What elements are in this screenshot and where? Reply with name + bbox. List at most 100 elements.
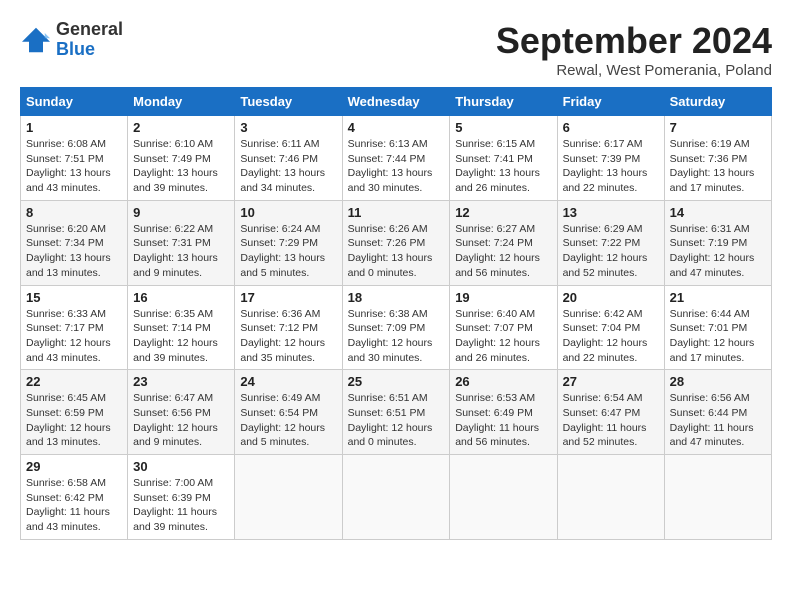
calendar-cell: 7 Sunrise: 6:19 AMSunset: 7:36 PMDaylight…	[664, 116, 771, 201]
day-number: 12	[455, 205, 551, 220]
day-number: 19	[455, 290, 551, 305]
day-number: 21	[670, 290, 766, 305]
day-number: 26	[455, 374, 551, 389]
calendar-cell: 14Sunrise: 6:31 AMSunset: 7:19 PMDayligh…	[664, 200, 771, 285]
calendar-week-row: 1 Sunrise: 6:08 AMSunset: 7:51 PMDaylight…	[21, 116, 772, 201]
calendar-cell: 16 Sunrise: 6:35 AMSunset: 7:14 PMDayligh…	[128, 285, 235, 370]
logo: General Blue	[20, 20, 123, 60]
day-info: Sunrise: 6:36 AMSunset: 7:12 PMDaylight:…	[240, 307, 336, 366]
day-number: 25	[348, 374, 445, 389]
calendar-cell: 6 Sunrise: 6:17 AMSunset: 7:39 PMDaylight…	[557, 116, 664, 201]
calendar-cell: 30 Sunrise: 7:00 AMSunset: 6:39 PMDayligh…	[128, 455, 235, 540]
day-info: Sunrise: 6:24 AMSunset: 7:29 PMDaylight:…	[240, 222, 336, 281]
day-number: 7	[670, 120, 766, 135]
calendar-cell	[664, 455, 771, 540]
day-info: Sunrise: 6:44 AMSunset: 7:01 PMDaylight:…	[670, 307, 766, 366]
logo-general-text: General	[56, 20, 123, 40]
day-number: 22	[26, 374, 122, 389]
calendar-cell: 3 Sunrise: 6:11 AMSunset: 7:46 PMDaylight…	[235, 116, 342, 201]
calendar-week-row: 22 Sunrise: 6:45 AMSunset: 6:59 PMDayligh…	[21, 370, 772, 455]
month-title: September 2024	[496, 20, 772, 62]
calendar-cell	[342, 455, 450, 540]
weekday-label: Wednesday	[342, 88, 450, 116]
calendar-cell: 25 Sunrise: 6:51 AMSunset: 6:51 PMDayligh…	[342, 370, 450, 455]
day-info: Sunrise: 6:19 AMSunset: 7:36 PMDaylight:…	[670, 137, 766, 196]
calendar-cell: 21 Sunrise: 6:44 AMSunset: 7:01 PMDayligh…	[664, 285, 771, 370]
subtitle: Rewal, West Pomerania, Poland	[496, 62, 772, 79]
weekday-label: Thursday	[450, 88, 557, 116]
day-info: Sunrise: 6:45 AMSunset: 6:59 PMDaylight:…	[26, 391, 122, 450]
day-number: 16	[133, 290, 229, 305]
day-number: 30	[133, 459, 229, 474]
calendar-cell: 11Sunrise: 6:26 AMSunset: 7:26 PMDayligh…	[342, 200, 450, 285]
calendar-cell: 9Sunrise: 6:22 AMSunset: 7:31 PMDaylight…	[128, 200, 235, 285]
day-number: 28	[670, 374, 766, 389]
day-info: Sunrise: 6:56 AMSunset: 6:44 PMDaylight:…	[670, 391, 766, 450]
calendar-cell	[450, 455, 557, 540]
day-info: Sunrise: 6:10 AMSunset: 7:49 PMDaylight:…	[133, 137, 229, 196]
day-number: 29	[26, 459, 122, 474]
calendar-table: SundayMondayTuesdayWednesdayThursdayFrid…	[20, 87, 772, 540]
day-number: 14	[670, 205, 766, 220]
logo-icon	[20, 26, 52, 54]
day-info: Sunrise: 7:00 AMSunset: 6:39 PMDaylight:…	[133, 476, 229, 535]
day-info: Sunrise: 6:35 AMSunset: 7:14 PMDaylight:…	[133, 307, 229, 366]
logo-blue-text: Blue	[56, 40, 123, 60]
day-info: Sunrise: 6:17 AMSunset: 7:39 PMDaylight:…	[563, 137, 659, 196]
day-info: Sunrise: 6:20 AMSunset: 7:34 PMDaylight:…	[26, 222, 122, 281]
day-number: 4	[348, 120, 445, 135]
day-number: 8	[26, 205, 122, 220]
day-number: 1	[26, 120, 122, 135]
calendar-cell: 24Sunrise: 6:49 AMSunset: 6:54 PMDayligh…	[235, 370, 342, 455]
day-number: 9	[133, 205, 229, 220]
day-info: Sunrise: 6:53 AMSunset: 6:49 PMDaylight:…	[455, 391, 551, 450]
day-info: Sunrise: 6:27 AMSunset: 7:24 PMDaylight:…	[455, 222, 551, 281]
day-number: 20	[563, 290, 659, 305]
day-number: 24	[240, 374, 336, 389]
day-info: Sunrise: 6:29 AMSunset: 7:22 PMDaylight:…	[563, 222, 659, 281]
weekday-label: Tuesday	[235, 88, 342, 116]
calendar-cell: 15Sunrise: 6:33 AMSunset: 7:17 PMDayligh…	[21, 285, 128, 370]
day-info: Sunrise: 6:51 AMSunset: 6:51 PMDaylight:…	[348, 391, 445, 450]
calendar-week-row: 29 Sunrise: 6:58 AMSunset: 6:42 PMDayligh…	[21, 455, 772, 540]
calendar-week-row: 8 Sunrise: 6:20 AMSunset: 7:34 PMDaylight…	[21, 200, 772, 285]
calendar-cell: 28 Sunrise: 6:56 AMSunset: 6:44 PMDayligh…	[664, 370, 771, 455]
calendar-cell: 22 Sunrise: 6:45 AMSunset: 6:59 PMDayligh…	[21, 370, 128, 455]
weekday-label: Saturday	[664, 88, 771, 116]
calendar-cell: 29 Sunrise: 6:58 AMSunset: 6:42 PMDayligh…	[21, 455, 128, 540]
day-info: Sunrise: 6:42 AMSunset: 7:04 PMDaylight:…	[563, 307, 659, 366]
day-info: Sunrise: 6:40 AMSunset: 7:07 PMDaylight:…	[455, 307, 551, 366]
calendar-cell: 27Sunrise: 6:54 AMSunset: 6:47 PMDayligh…	[557, 370, 664, 455]
page-header: General Blue September 2024 Rewal, West …	[20, 20, 772, 79]
day-info: Sunrise: 6:58 AMSunset: 6:42 PMDaylight:…	[26, 476, 122, 535]
calendar-cell: 17 Sunrise: 6:36 AMSunset: 7:12 PMDayligh…	[235, 285, 342, 370]
day-number: 10	[240, 205, 336, 220]
calendar-cell: 8 Sunrise: 6:20 AMSunset: 7:34 PMDaylight…	[21, 200, 128, 285]
day-number: 3	[240, 120, 336, 135]
weekday-header-row: SundayMondayTuesdayWednesdayThursdayFrid…	[21, 88, 772, 116]
day-info: Sunrise: 6:15 AMSunset: 7:41 PMDaylight:…	[455, 137, 551, 196]
calendar-cell: 18Sunrise: 6:38 AMSunset: 7:09 PMDayligh…	[342, 285, 450, 370]
calendar-cell: 13 Sunrise: 6:29 AMSunset: 7:22 PMDayligh…	[557, 200, 664, 285]
day-number: 23	[133, 374, 229, 389]
day-number: 13	[563, 205, 659, 220]
day-number: 2	[133, 120, 229, 135]
calendar-week-row: 15Sunrise: 6:33 AMSunset: 7:17 PMDayligh…	[21, 285, 772, 370]
day-number: 11	[348, 205, 445, 220]
title-block: September 2024 Rewal, West Pomerania, Po…	[496, 20, 772, 79]
weekday-label: Sunday	[21, 88, 128, 116]
day-number: 17	[240, 290, 336, 305]
day-info: Sunrise: 6:13 AMSunset: 7:44 PMDaylight:…	[348, 137, 445, 196]
day-info: Sunrise: 6:54 AMSunset: 6:47 PMDaylight:…	[563, 391, 659, 450]
day-info: Sunrise: 6:08 AMSunset: 7:51 PMDaylight:…	[26, 137, 122, 196]
day-number: 15	[26, 290, 122, 305]
day-info: Sunrise: 6:47 AMSunset: 6:56 PMDaylight:…	[133, 391, 229, 450]
calendar-cell: 2 Sunrise: 6:10 AMSunset: 7:49 PMDaylight…	[128, 116, 235, 201]
calendar-cell	[557, 455, 664, 540]
day-number: 6	[563, 120, 659, 135]
weekday-label: Monday	[128, 88, 235, 116]
calendar-cell: 20 Sunrise: 6:42 AMSunset: 7:04 PMDayligh…	[557, 285, 664, 370]
day-number: 5	[455, 120, 551, 135]
calendar-cell	[235, 455, 342, 540]
day-info: Sunrise: 6:11 AMSunset: 7:46 PMDaylight:…	[240, 137, 336, 196]
